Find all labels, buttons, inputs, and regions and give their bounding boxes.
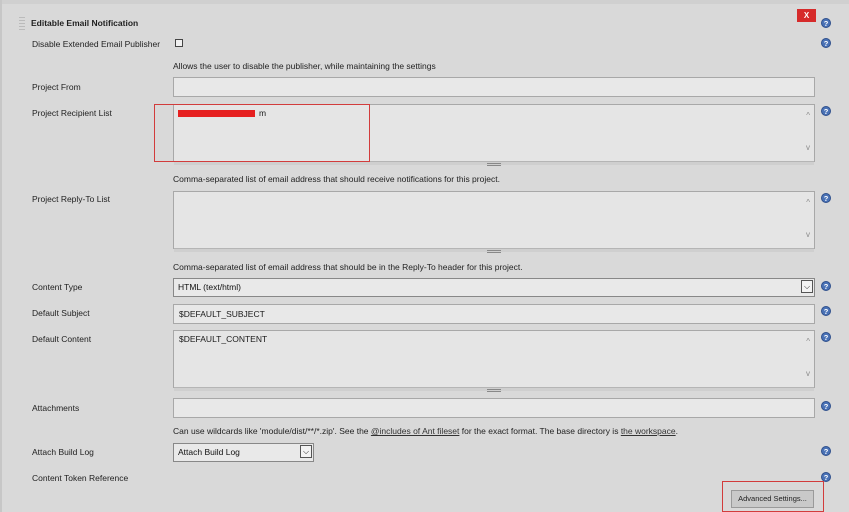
close-section-button[interactable]: X bbox=[797, 9, 816, 22]
attachments-desc-text: Can use wildcards like 'module/dist/**/*… bbox=[173, 426, 371, 436]
left-edge bbox=[0, 0, 2, 512]
content-type-select[interactable]: HTML (text/html) ⌵ bbox=[173, 278, 815, 297]
question-help-icon[interactable]: ? bbox=[821, 446, 831, 456]
disable-publisher-description: Allows the user to disable the publisher… bbox=[173, 61, 436, 71]
question-help-icon[interactable]: ? bbox=[821, 401, 831, 411]
workspace-link[interactable]: the workspace bbox=[621, 426, 676, 436]
content-token-label: Content Token Reference bbox=[32, 473, 129, 483]
resize-grip[interactable] bbox=[174, 387, 814, 392]
question-help-icon[interactable]: ? bbox=[821, 281, 831, 291]
scroll-down-arrow-icon[interactable]: v bbox=[806, 230, 810, 239]
scroll-down-arrow-icon[interactable]: v bbox=[806, 143, 810, 152]
default-subject-label: Default Subject bbox=[32, 308, 90, 318]
attach-build-log-label: Attach Build Log bbox=[32, 447, 94, 457]
disable-publisher-label: Disable Extended Email Publisher bbox=[32, 39, 161, 49]
attachments-input[interactable] bbox=[173, 398, 815, 418]
section-title: Editable Email Notification bbox=[31, 18, 139, 28]
top-edge bbox=[0, 0, 849, 4]
recipient-list-description: Comma-separated list of email address th… bbox=[173, 174, 500, 184]
question-help-icon[interactable]: ? bbox=[821, 306, 831, 316]
jenkins-config-page: Editable Email Notification X ? Disable … bbox=[0, 0, 849, 512]
attach-build-log-value: Attach Build Log bbox=[178, 447, 240, 457]
reply-to-description: Comma-separated list of email address th… bbox=[173, 262, 523, 272]
question-help-icon[interactable]: ? bbox=[821, 106, 831, 116]
default-content-textarea[interactable]: $DEFAULT_CONTENT ^ v bbox=[173, 330, 815, 392]
chevron-down-icon[interactable]: ⌵ bbox=[300, 445, 312, 458]
disable-publisher-checkbox[interactable] bbox=[175, 39, 183, 47]
highlight-box bbox=[154, 104, 370, 162]
attachments-label: Attachments bbox=[32, 403, 80, 413]
attachments-desc-text: . bbox=[675, 426, 678, 436]
content-type-value: HTML (text/html) bbox=[178, 282, 241, 292]
recipient-list-label: Project Recipient List bbox=[32, 108, 112, 118]
question-help-icon[interactable]: ? bbox=[821, 193, 831, 203]
content-type-label: Content Type bbox=[32, 282, 83, 292]
project-from-label: Project From bbox=[32, 82, 81, 92]
attach-build-log-select[interactable]: Attach Build Log ⌵ bbox=[173, 443, 314, 462]
scroll-down-arrow-icon[interactable]: v bbox=[806, 369, 810, 378]
default-content-label: Default Content bbox=[32, 334, 92, 344]
question-help-icon[interactable]: ? bbox=[821, 332, 831, 342]
chevron-down-icon[interactable]: ⌵ bbox=[801, 280, 813, 293]
scroll-up-arrow-icon[interactable]: ^ bbox=[806, 111, 810, 120]
ant-fileset-link[interactable]: @includes of Ant fileset bbox=[371, 426, 459, 436]
resize-grip[interactable] bbox=[174, 248, 814, 253]
default-subject-input[interactable]: $DEFAULT_SUBJECT bbox=[173, 304, 815, 324]
reply-to-textarea[interactable]: ^ v bbox=[173, 191, 815, 253]
question-help-icon[interactable]: ? bbox=[821, 38, 831, 48]
attachments-desc-text: for the exact format. The base directory… bbox=[459, 426, 621, 436]
scroll-up-arrow-icon[interactable]: ^ bbox=[806, 198, 810, 207]
project-from-input[interactable] bbox=[173, 77, 815, 97]
default-content-value: $DEFAULT_CONTENT bbox=[179, 334, 268, 344]
reply-to-label: Project Reply-To List bbox=[32, 194, 110, 204]
question-help-icon[interactable]: ? bbox=[821, 18, 831, 28]
scroll-up-arrow-icon[interactable]: ^ bbox=[806, 337, 810, 346]
attachments-description: Can use wildcards like 'module/dist/**/*… bbox=[173, 426, 678, 436]
advanced-settings-button[interactable]: Advanced Settings... bbox=[731, 490, 814, 508]
